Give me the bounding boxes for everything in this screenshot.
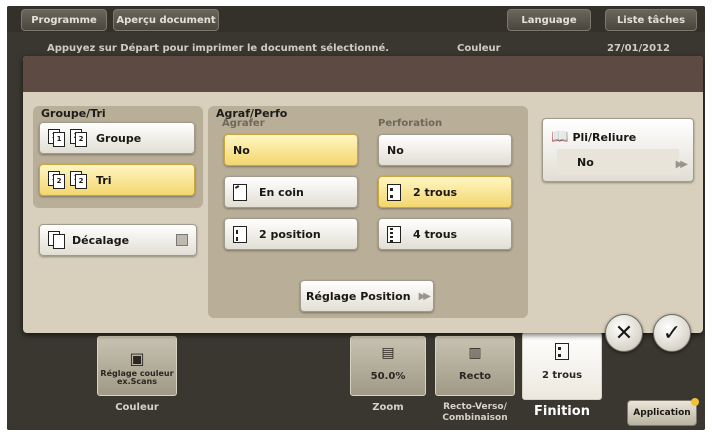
couleur-label: Couleur — [115, 402, 159, 413]
two-position-staple-icon — [233, 225, 247, 243]
perforation-no-button[interactable]: No — [378, 134, 512, 166]
liste-taches-button[interactable]: Liste tâches — [605, 9, 697, 31]
status-message: Appuyez sur Départ pour imprimer le docu… — [47, 43, 390, 54]
decalage-checkbox[interactable] — [176, 234, 188, 246]
groupe-button[interactable]: 11 22 Groupe — [39, 122, 195, 154]
groupe-icon-2: 22 — [70, 128, 92, 148]
programme-button[interactable]: Programme — [21, 9, 107, 31]
ok-button[interactable]: ✓ — [653, 314, 691, 352]
agrafer-2-position-button[interactable]: 2 position — [224, 218, 358, 250]
recto-verso-label: Recto-Verso/ Combinaison — [442, 402, 508, 423]
couleur-tile[interactable]: ▣ Réglage couleur ex.Scans — [97, 336, 177, 396]
four-holes-icon — [387, 225, 401, 243]
pli-forward-arrow-icon: ▶▶ — [675, 159, 689, 170]
groupe-icon: 11 — [48, 128, 70, 148]
finition-tile[interactable]: 2 trous — [522, 332, 602, 400]
finition-label: Finition — [534, 404, 590, 419]
corner-staple-icon — [233, 183, 247, 201]
perforation-2-trous-button[interactable]: 2 trous — [378, 176, 512, 208]
zoom-label: Zoom — [372, 402, 404, 413]
copier-screen: Programme Aperçu document Language Liste… — [7, 6, 705, 430]
tri-button[interactable]: 12 12 Tri — [39, 164, 195, 196]
close-icon: ✕ — [614, 320, 634, 346]
agrafer-label: Agrafer — [222, 118, 265, 129]
color-mode-indicator: Couleur — [457, 43, 501, 54]
forward-arrow-icon: ▶▶ — [418, 290, 432, 302]
agrafer-no-button[interactable]: No — [224, 134, 358, 166]
finition-dialog: Groupe/Tri 11 22 Groupe 12 12 Tri Décala… — [23, 56, 703, 333]
language-button[interactable]: Language — [507, 9, 591, 31]
function-bar: ▣ Réglage couleur ex.Scans Couleur ▤ 50.… — [7, 332, 705, 430]
agrafer-en-coin-button[interactable]: En coin — [224, 176, 358, 208]
apercu-document-button[interactable]: Aperçu document — [113, 9, 219, 31]
recto-tile[interactable]: ▥ Recto — [435, 336, 515, 396]
duplex-icon: ▥ — [468, 345, 482, 361]
top-bar: Programme Aperçu document Language Liste… — [7, 6, 705, 32]
pli-reliure-value-box: No — [557, 149, 679, 175]
notification-dot — [691, 398, 699, 406]
zoom-icon: ▤ — [381, 345, 395, 361]
reglage-position-button[interactable]: Réglage Position ▶▶ — [300, 280, 434, 312]
groupe-tri-panel: Groupe/Tri 11 22 Groupe 12 12 Tri — [33, 106, 203, 208]
tri-icon: 12 — [48, 170, 70, 190]
zoom-tile[interactable]: ▤ 50.0% — [350, 336, 426, 396]
perforation-label: Perforation — [378, 118, 443, 129]
agraf-perfo-panel: Agraf/Perfo Agrafer Perforation No En co… — [208, 106, 528, 318]
tri-icon-2: 12 — [70, 170, 92, 190]
groupe-tri-title: Groupe/Tri — [41, 107, 106, 120]
date-indicator: 27/01/2012 — [607, 43, 670, 54]
perforation-4-trous-button[interactable]: 4 trous — [378, 218, 512, 250]
decalage-button[interactable]: Décalage — [39, 224, 197, 256]
perforation-icon — [555, 343, 569, 360]
check-icon: ✓ — [662, 320, 682, 346]
offset-icon — [48, 230, 70, 250]
pli-reliure-button[interactable]: 📖 Pli/Reliure No ▶▶ — [542, 118, 694, 182]
cancel-button[interactable]: ✕ — [605, 314, 643, 352]
application-button[interactable]: Application — [627, 400, 697, 426]
dialog-header — [23, 56, 703, 92]
color-printer-icon: ▣ — [129, 349, 145, 368]
book-icon: 📖 — [551, 129, 569, 145]
two-holes-icon — [387, 183, 401, 201]
